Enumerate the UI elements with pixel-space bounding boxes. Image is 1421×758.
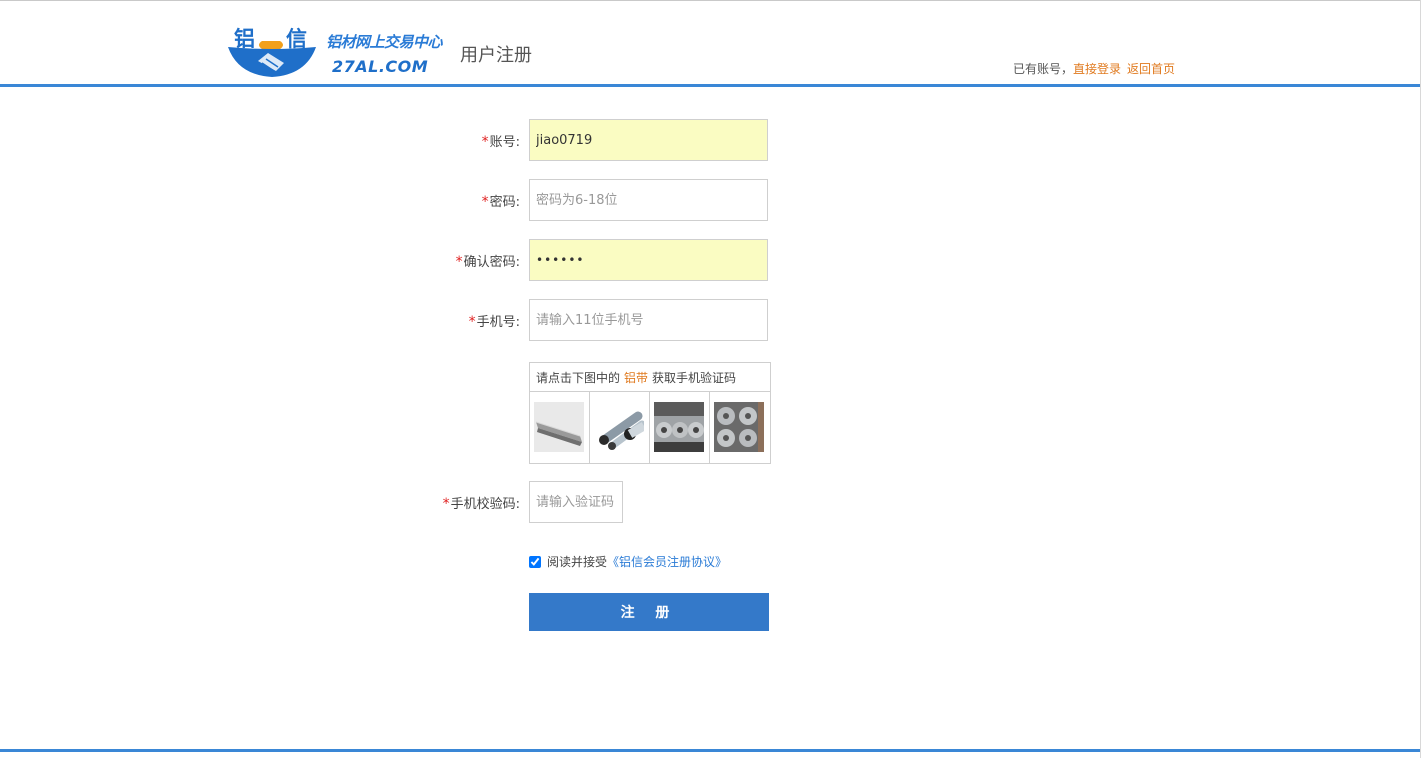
captcha-keyword: 铝带 [624,371,649,385]
home-link[interactable]: 返回首页 [1127,62,1175,76]
captcha-tip-prefix: 请点击下图中的 [536,371,621,385]
sms-code-input[interactable] [529,481,623,523]
confirm-password-label: *确认密码: [400,251,520,270]
page-header: 铝 信 铝材网上交易中心 27AL.COM 用户注册 已有账号，直接登录 返回首页 [0,1,1421,84]
captcha-tip-suffix: 获取手机验证码 [652,371,737,385]
phone-input[interactable] [529,299,768,341]
phone-label-text: 手机号: [476,315,520,330]
account-label: *账号: [400,131,520,150]
required-mark: * [468,314,476,330]
required-mark: * [481,194,489,210]
header-account-links: 已有账号，直接登录 返回首页 [1013,60,1175,77]
captcha-instruction: 请点击下图中的 铝带 获取手机验证码 [530,363,770,392]
aluminum-tubes-image-icon [594,402,644,452]
register-button[interactable]: 注 册 [529,593,769,631]
logo-domain: 27AL.COM [332,57,429,76]
sms-code-label-text: 手机校验码: [450,497,520,512]
confirm-password-label-text: 确认密码: [463,255,520,270]
sms-code-label: *手机校验码: [400,493,520,512]
required-mark: * [442,496,450,512]
account-label-text: 账号: [489,135,520,150]
agreement-link[interactable]: 《铝信会员注册协议》 [607,555,727,569]
image-captcha: 请点击下图中的 铝带 获取手机验证码 [529,362,771,464]
password-label: *密码: [400,191,520,210]
confirm-password-input[interactable] [529,239,768,281]
aluminum-profile-image-icon [534,402,584,452]
captcha-option-aluminum-tubes[interactable] [590,392,650,463]
logo-tagline: 铝材网上交易中心 [326,33,443,51]
agreement-checkbox[interactable] [529,556,541,568]
agreement-row: 阅读并接受《铝信会员注册协议》 [529,553,727,570]
login-link[interactable]: 直接登录 [1073,62,1121,76]
aluminum-strip-rolls-image-icon [714,402,764,452]
aluminum-coils-image-icon [654,402,704,452]
password-label-text: 密码: [489,195,520,210]
header-divider [0,84,1420,87]
agreement-text: 阅读并接受 [547,555,608,569]
phone-label: *手机号: [400,311,520,330]
captcha-option-aluminum-strip-rolls[interactable] [710,392,770,463]
password-input[interactable] [529,179,768,221]
captcha-option-aluminum-profile[interactable] [530,392,590,463]
footer-divider [0,749,1420,752]
required-mark: * [481,134,489,150]
required-mark: * [455,254,463,270]
site-logo[interactable]: 铝 信 铝材网上交易中心 27AL.COM [228,23,450,81]
captcha-option-aluminum-coils[interactable] [650,392,710,463]
have-account-text: 已有账号， [1013,62,1074,76]
account-input[interactable] [529,119,768,161]
handshake-logo-icon [228,41,316,77]
page-title: 用户注册 [460,45,532,66]
